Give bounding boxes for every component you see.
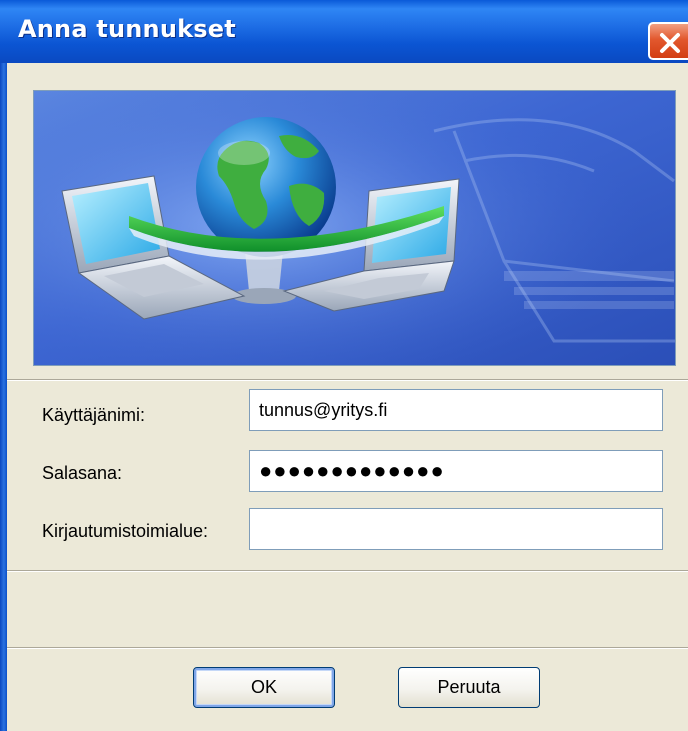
ok-button-label: OK (250, 677, 277, 697)
username-label: Käyttäjänimi: (42, 405, 146, 425)
credentials-dialog: Anna tunnukset Käyttäjänimi: tunnus@yrit… (0, 0, 688, 731)
domain-label: Kirjautumistoimialue: (42, 521, 209, 541)
domain-field[interactable] (249, 508, 663, 550)
title-bar[interactable]: Anna tunnukset (0, 0, 688, 63)
banner-image (33, 90, 676, 366)
close-icon (660, 33, 680, 53)
password-label: Salasana: (42, 463, 123, 483)
ok-button[interactable]: OK (193, 667, 335, 708)
separator-bottom (7, 647, 688, 649)
username-field[interactable] (249, 389, 663, 431)
close-button[interactable] (648, 22, 688, 60)
separator-top (7, 379, 688, 381)
cancel-button-label: Peruuta (437, 677, 501, 697)
window-title: Anna tunnukset (18, 15, 236, 43)
cancel-button[interactable]: Peruuta (398, 667, 540, 708)
password-field[interactable] (249, 450, 663, 492)
window-frame-left (0, 63, 7, 731)
separator-middle (7, 570, 688, 572)
network-globe-laptops-illustration (34, 91, 675, 365)
